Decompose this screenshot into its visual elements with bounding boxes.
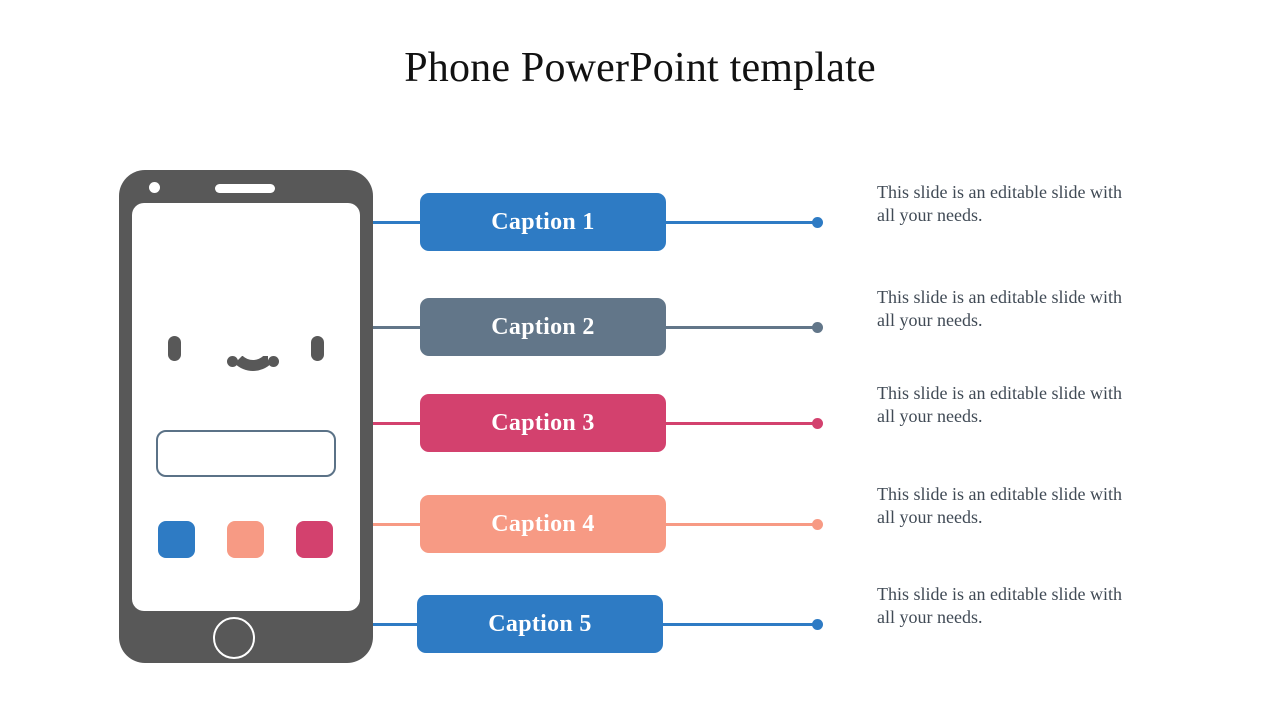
caption-box-2[interactable]: Caption 2 <box>420 298 666 356</box>
caption-box-4[interactable]: Caption 4 <box>420 495 666 553</box>
camera-dot-icon <box>149 182 160 193</box>
description-text-1: This slide is an editable slide with all… <box>877 182 1122 225</box>
caption-row: Caption 5 This slide is an editable slide… <box>0 584 1280 655</box>
connector-dot <box>812 519 823 530</box>
description-text-5: This slide is an editable slide with all… <box>877 584 1122 627</box>
connector-dot <box>812 322 823 333</box>
caption-row: Caption 1 This slide is an editable slide… <box>0 182 1280 253</box>
connector-line-left <box>373 623 417 626</box>
connector-line-left <box>373 422 420 425</box>
slide-canvas: Phone PowerPoint template Caption 1 This … <box>0 0 1280 720</box>
caption-row: Caption 3 This slide is an editable slide… <box>0 383 1280 454</box>
connector-line-right <box>663 623 818 626</box>
caption-box-5[interactable]: Caption 5 <box>417 595 663 653</box>
connector-dot <box>812 619 823 630</box>
caption-row: Caption 2 This slide is an editable slide… <box>0 287 1280 358</box>
connector-line-left <box>373 221 420 224</box>
connector-line-left <box>373 326 420 329</box>
caption-row: Caption 4 This slide is an editable slide… <box>0 484 1280 555</box>
caption-box-3[interactable]: Caption 3 <box>420 394 666 452</box>
connector-dot <box>812 418 823 429</box>
description-text-3: This slide is an editable slide with all… <box>877 383 1122 426</box>
connector-line-right <box>666 326 818 329</box>
connector-line-right <box>666 221 818 224</box>
caption-box-1[interactable]: Caption 1 <box>420 193 666 251</box>
speaker-bar-icon <box>215 184 275 193</box>
connector-line-right <box>666 523 818 526</box>
description-text-4: This slide is an editable slide with all… <box>877 484 1122 527</box>
connector-dot <box>812 217 823 228</box>
connector-line-left <box>373 523 420 526</box>
description-text-2: This slide is an editable slide with all… <box>877 287 1122 330</box>
page-title: Phone PowerPoint template <box>404 45 876 91</box>
connector-line-right <box>666 422 818 425</box>
